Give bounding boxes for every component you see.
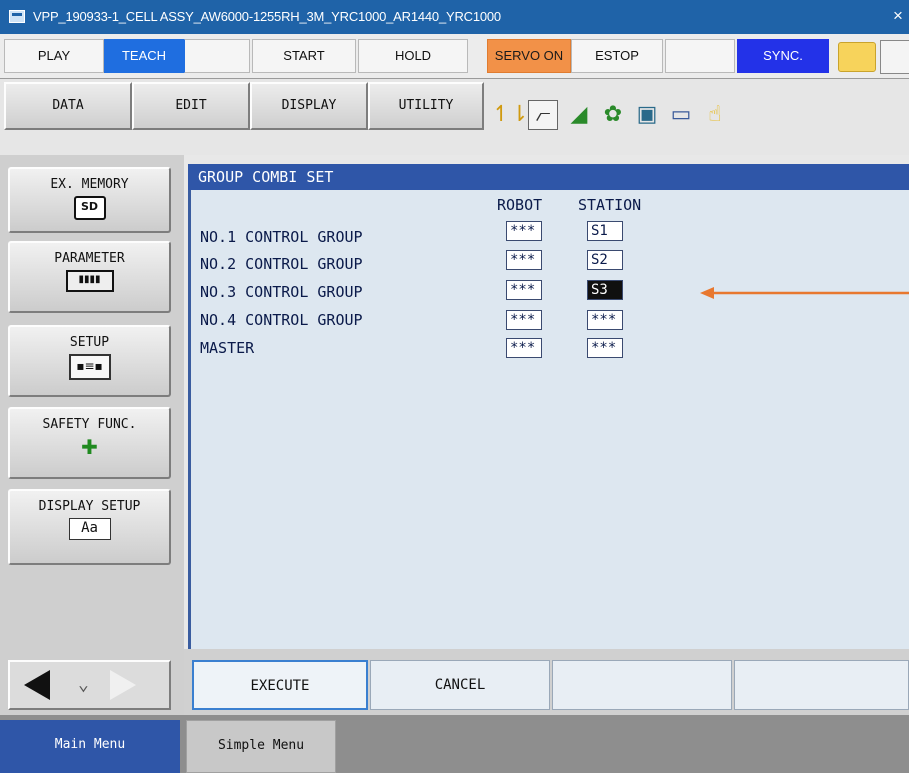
sidebar-item-display-setup[interactable]: DISPLAY SETUP Aa: [8, 489, 171, 565]
estop-button[interactable]: ESTOP: [571, 39, 663, 73]
play-button[interactable]: PLAY: [4, 39, 104, 73]
page-forward-icon[interactable]: [110, 670, 136, 700]
robot-cell[interactable]: ***: [506, 310, 542, 330]
sidebar-item-label: SAFETY FUNC.: [42, 417, 137, 432]
sidebar-item-label: DISPLAY SETUP: [38, 499, 141, 514]
keyboard-icon[interactable]: [880, 40, 909, 74]
page-title: GROUP COMBI SET: [198, 168, 334, 186]
page-back-icon[interactable]: [24, 670, 50, 700]
station-cell[interactable]: ***: [587, 338, 623, 358]
window-titlebar: VPP_190933-1_CELL ASSY_AW6000-1255RH_3M_…: [0, 0, 909, 34]
data-menu-button[interactable]: DATA: [4, 82, 132, 130]
sidebar-item-label: EX. MEMORY: [50, 177, 129, 192]
coordinate-icon: ⦧: [528, 100, 558, 130]
row-label: NO.3 CONTROL GROUP: [200, 283, 363, 301]
sidebar-item-label: PARAMETER: [54, 251, 125, 266]
empty-function-button[interactable]: [552, 660, 732, 710]
column-header-robot: ROBOT: [497, 196, 543, 214]
row-label: NO.2 CONTROL GROUP: [200, 255, 363, 273]
robot-cell[interactable]: ***: [506, 221, 542, 241]
simple-menu-tab[interactable]: Simple Menu: [186, 720, 336, 773]
edit-menu-button[interactable]: EDIT: [132, 82, 250, 130]
empty-function-button[interactable]: [734, 660, 909, 710]
sidebar-item-label: SETUP: [69, 335, 110, 350]
station-cell-selected[interactable]: S3: [587, 280, 623, 300]
hand-icon: ☝: [708, 102, 722, 127]
column-header-station: STATION: [578, 196, 642, 214]
sidebar-item-parameter[interactable]: PARAMETER ▮▮▮▮: [8, 241, 171, 313]
sync-button[interactable]: SYNC.: [737, 39, 829, 73]
row-label: MASTER: [200, 339, 255, 357]
menu-bar: DATA EDIT DISPLAY UTILITY: [0, 79, 909, 155]
window-title: VPP_190933-1_CELL ASSY_AW6000-1255RH_3M_…: [33, 9, 501, 24]
sidebar-item-setup[interactable]: SETUP ▪≡▪: [8, 325, 171, 397]
robot-cell[interactable]: ***: [506, 338, 542, 358]
close-icon[interactable]: ×: [893, 6, 903, 26]
utility-menu-button[interactable]: UTILITY: [368, 82, 484, 130]
row-label: NO.1 CONTROL GROUP: [200, 228, 363, 246]
mode-spacer: [184, 39, 250, 73]
display-menu-button[interactable]: DISPLAY: [250, 82, 368, 130]
status-bar: PLAY TEACH START HOLD SERVO ON ESTOP SYN…: [0, 34, 909, 79]
start-button[interactable]: START: [252, 39, 356, 73]
hold-button[interactable]: HOLD: [358, 39, 468, 73]
page-nav: ⌄: [8, 660, 171, 710]
sidebar: EX. MEMORY SD PARAMETER ▮▮▮▮ SETUP ▪≡▪ S…: [0, 155, 184, 715]
sd-card-icon: SD: [73, 196, 106, 220]
robot-cell[interactable]: ***: [506, 280, 542, 300]
page-separator-icon: ⌄: [78, 674, 89, 695]
execute-button[interactable]: EXECUTE: [192, 660, 368, 710]
numbering-icon: ↿⇂: [492, 102, 529, 127]
app-icon: [9, 10, 25, 23]
panel-header: GROUP COMBI SET: [188, 164, 909, 190]
tool-icon: ✿: [603, 102, 623, 127]
main-menu-tab[interactable]: Main Menu: [0, 720, 180, 773]
cancel-button[interactable]: CANCEL: [370, 660, 550, 710]
folder-icon[interactable]: [838, 42, 876, 72]
teach-button[interactable]: TEACH: [104, 39, 184, 73]
servo-on-button[interactable]: SERVO ON: [487, 39, 571, 73]
page-icon: ▭: [670, 102, 692, 127]
annotation-arrow-icon: [700, 287, 909, 299]
station-cell[interactable]: S2: [587, 250, 623, 270]
user-frame-icon: ▣: [636, 102, 658, 127]
setup-icon: ▪≡▪: [68, 354, 111, 380]
robot-cell[interactable]: ***: [506, 250, 542, 270]
sidebar-item-ex-memory[interactable]: EX. MEMORY SD: [8, 167, 171, 233]
station-cell[interactable]: S1: [587, 221, 623, 241]
safety-plus-icon: ✚: [81, 435, 98, 459]
sidebar-item-safety-func[interactable]: SAFETY FUNC. ✚: [8, 407, 171, 479]
display-setup-icon: Aa: [68, 518, 111, 540]
speed-icon: ◢: [570, 102, 588, 127]
parameter-hand-icon: ▮▮▮▮: [65, 270, 114, 292]
status-spacer: [665, 39, 735, 73]
station-cell[interactable]: ***: [587, 310, 623, 330]
row-label: NO.4 CONTROL GROUP: [200, 311, 363, 329]
